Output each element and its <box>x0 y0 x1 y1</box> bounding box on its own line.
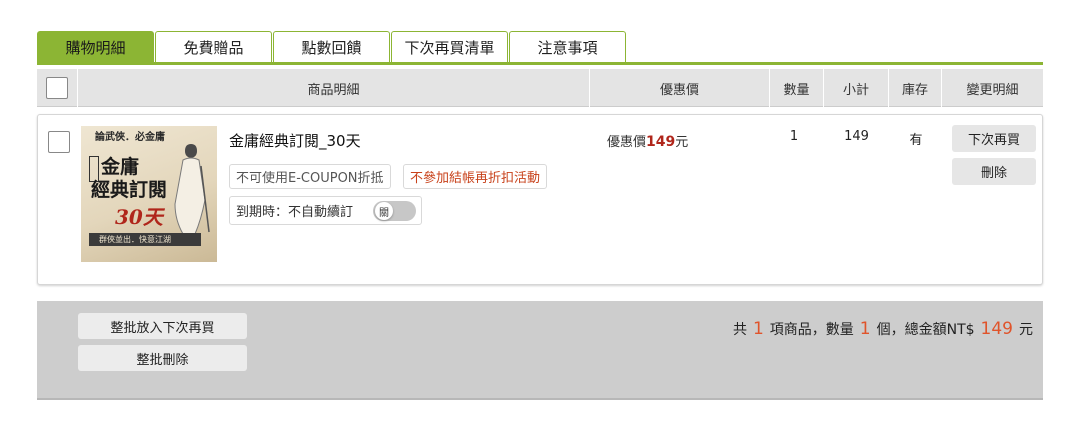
delete-button[interactable]: 刪除 <box>952 158 1036 185</box>
price-value: 149 <box>646 134 676 150</box>
item-select-checkbox[interactable] <box>48 131 70 153</box>
header-actions: 變更明細 <box>941 69 1043 107</box>
header-subtotal: 小計 <box>823 69 888 107</box>
summary-prefix: 共 <box>732 322 747 338</box>
price-unit: 元 <box>675 135 689 150</box>
tab-points-rewards[interactable]: 點數回饋 <box>273 31 390 62</box>
auto-renew-toggle[interactable]: 關 <box>373 201 416 221</box>
summary-total-quantity: 1 <box>859 319 871 339</box>
batch-delete-button[interactable]: 整批刪除 <box>78 345 247 371</box>
cover-top-text: 論武俠．必金庸 <box>95 132 165 143</box>
cart-tabs: 購物明細 免費贈品 點數回饋 下次再買清單 注意事項 <box>37 31 1043 65</box>
swordsman-figure-icon <box>174 144 210 235</box>
header-price: 優惠價 <box>589 69 769 107</box>
cover-line2: 經典訂閱 <box>91 179 168 201</box>
item-stock: 有 <box>909 133 923 148</box>
item-subtotal: 149 <box>844 129 869 144</box>
tab-buy-later-list[interactable]: 下次再買清單 <box>391 31 508 62</box>
price-prefix: 優惠價 <box>607 135 647 150</box>
select-all-checkbox[interactable] <box>46 77 68 99</box>
toggle-knob: 關 <box>375 202 393 220</box>
header-stock: 庫存 <box>888 69 941 107</box>
summary-mid2: 個，總金額NT$ <box>876 322 975 338</box>
tab-notes[interactable]: 注意事項 <box>509 31 626 62</box>
item-price: 優惠價149元 <box>607 131 688 150</box>
batch-buy-later-button[interactable]: 整批放入下次再買 <box>78 313 247 339</box>
cover-band: 群俠並出．快意江湖 <box>89 233 201 246</box>
no-discount-tag: 不參加結帳再折扣活動 <box>403 164 548 189</box>
cart-item: 論武俠．必金庸 金庸 經典訂閱 30天 群俠並出．快意江湖 金庸經典訂閱_30天… <box>37 114 1043 285</box>
cover-band-text: 群俠並出．快意江湖 <box>99 235 171 244</box>
header-quantity: 數量 <box>769 69 823 107</box>
summary-total-amount: 149 <box>980 319 1013 339</box>
auto-renew-label: 到期時：不自動續訂 <box>236 205 354 220</box>
tab-free-gifts[interactable]: 免費贈品 <box>155 31 272 62</box>
product-cover-image[interactable]: 論武俠．必金庸 金庸 經典訂閱 30天 群俠並出．快意江湖 <box>81 126 217 262</box>
buy-later-button[interactable]: 下次再買 <box>952 125 1036 152</box>
no-ecoupon-tag: 不可使用E-COUPON折抵 <box>229 164 391 189</box>
cart-table-header: 商品明細 優惠價 數量 小計 庫存 變更明細 <box>37 69 1043 107</box>
tab-shopping-details[interactable]: 購物明細 <box>37 31 154 62</box>
summary-suffix: 元 <box>1019 322 1033 338</box>
select-all-cell <box>37 69 77 107</box>
summary-mid1: 項商品，數量 <box>769 322 854 338</box>
cart-footer: 整批放入下次再買 整批刪除 共 1 項商品，數量 1 個，總金額NT$ 149 … <box>37 301 1043 400</box>
cover-line3: 30天 <box>115 205 163 229</box>
auto-renew-setting: 到期時：不自動續訂 關 <box>229 196 422 225</box>
order-summary: 共 1 項商品，數量 1 個，總金額NT$ 149 元 <box>733 319 1033 339</box>
item-quantity: 1 <box>789 129 799 144</box>
header-product: 商品明細 <box>77 69 589 107</box>
summary-item-count: 1 <box>752 319 764 339</box>
product-title[interactable]: 金庸經典訂閱_30天 <box>229 130 361 151</box>
